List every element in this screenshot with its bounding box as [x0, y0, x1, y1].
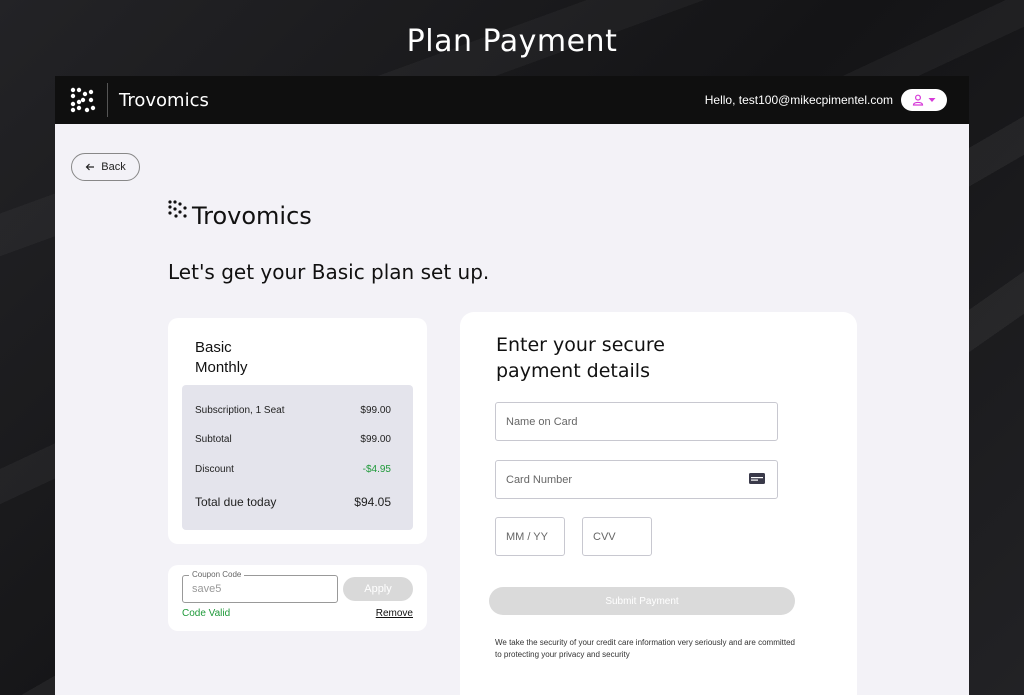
plan-name: Basic Monthly	[195, 338, 248, 378]
row-value: $94.05	[354, 495, 391, 509]
summary-row-discount: Discount -$4.95	[195, 464, 391, 475]
cvv-input[interactable]	[593, 518, 648, 555]
row-label: Subtotal	[195, 434, 232, 445]
row-label: Subscription, 1 Seat	[195, 405, 285, 416]
top-bar: Trovomics Hello, test100@mikecpimentel.c…	[55, 76, 969, 124]
user-menu-button[interactable]	[901, 89, 947, 111]
apply-button[interactable]: Apply	[343, 577, 413, 601]
order-summary-card: Basic Monthly Subscription, 1 Seat $99.0…	[168, 318, 427, 544]
back-button[interactable]: Back	[71, 153, 140, 181]
summary-breakdown: Subscription, 1 Seat $99.00 Subtotal $99…	[182, 385, 413, 530]
coupon-input[interactable]	[192, 583, 322, 595]
user-greeting: Hello, test100@mikecpimentel.com	[704, 93, 893, 107]
cvv-field[interactable]	[582, 517, 652, 556]
content-brand: Trovomics	[168, 200, 312, 228]
trovomics-logo-icon	[70, 87, 96, 113]
back-label: Back	[101, 161, 126, 173]
summary-row-total: Total due today $94.05	[195, 495, 391, 509]
user-icon	[912, 94, 924, 106]
expiry-input[interactable]	[506, 518, 561, 555]
name-on-card-field[interactable]	[495, 402, 778, 441]
row-label: Total due today	[195, 495, 277, 509]
payment-title-line1: Enter your secure	[496, 334, 665, 356]
coupon-label: Coupon Code	[189, 570, 245, 579]
row-value: $99.00	[360, 405, 391, 416]
coupon-status: Code Valid	[182, 608, 231, 619]
brand-name: Trovomics	[119, 89, 209, 111]
content-brand-name: Trovomics	[192, 202, 312, 230]
card-number-field[interactable]	[495, 460, 778, 499]
row-value: $99.00	[360, 434, 391, 445]
app-window: Trovomics Hello, test100@mikecpimentel.c…	[55, 76, 969, 695]
expiry-field[interactable]	[495, 517, 565, 556]
chevron-down-icon	[928, 98, 936, 102]
trovomics-logo-icon	[168, 200, 187, 218]
plan-tier: Basic	[195, 339, 232, 356]
brand[interactable]: Trovomics	[70, 76, 209, 124]
discount-value: -$4.95	[362, 464, 391, 475]
payment-title: Enter your secure payment details	[496, 332, 665, 384]
security-note: We take the security of your credit care…	[495, 638, 795, 659]
summary-row-subtotal: Subtotal $99.00	[195, 434, 391, 445]
coupon-field[interactable]: Coupon Code	[182, 570, 338, 603]
plan-period: Monthly	[195, 359, 248, 376]
summary-row-subscription: Subscription, 1 Seat $99.00	[195, 405, 391, 416]
brand-divider	[107, 83, 108, 117]
row-label: Discount	[195, 464, 234, 475]
payment-title-line2: payment details	[496, 360, 650, 382]
name-on-card-input[interactable]	[506, 403, 731, 440]
payment-card: Enter your secure payment details Submit…	[460, 312, 857, 695]
page-title: Let's get your Basic plan set up.	[168, 260, 490, 284]
page-heading: Plan Payment	[406, 24, 618, 59]
arrow-left-icon	[85, 163, 95, 171]
card-number-input[interactable]	[506, 461, 731, 498]
credit-card-icon	[749, 473, 765, 484]
submit-payment-button[interactable]: Submit Payment	[489, 587, 795, 615]
remove-coupon-link[interactable]: Remove	[376, 608, 413, 619]
coupon-card: Coupon Code Apply Code Valid Remove	[168, 565, 427, 631]
